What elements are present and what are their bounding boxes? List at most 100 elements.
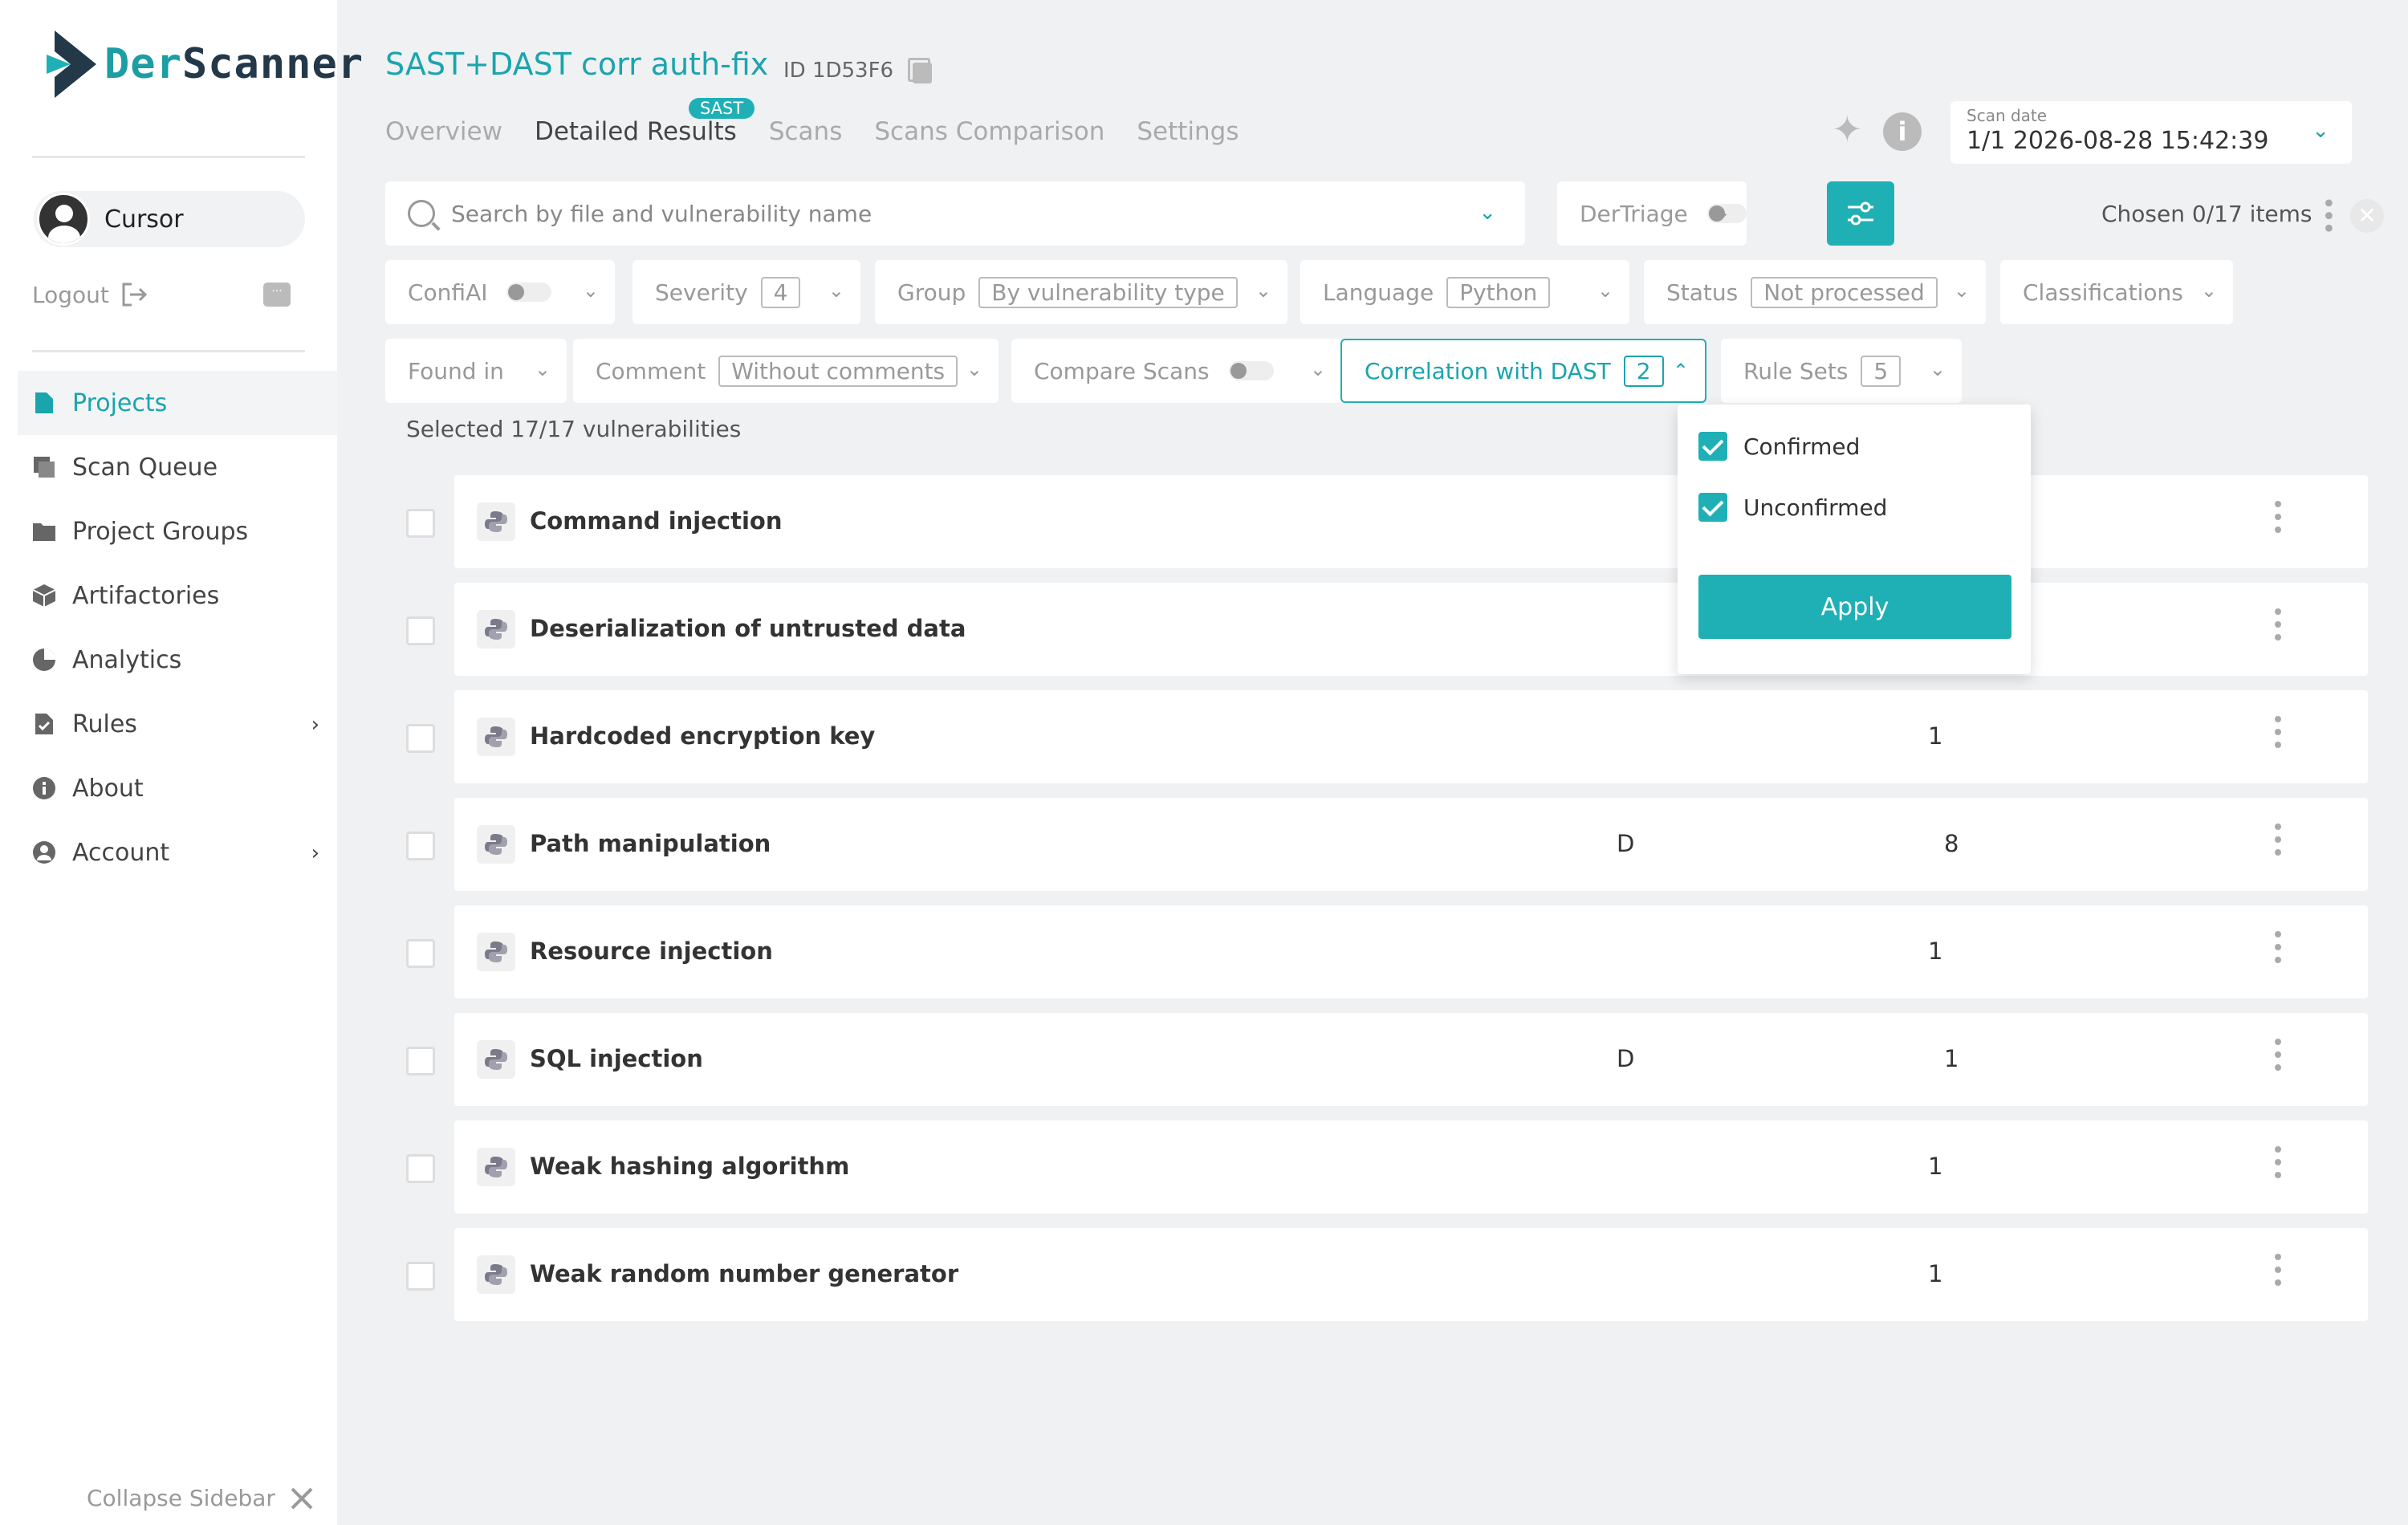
option-confirmed[interactable]: Confirmed <box>1698 432 1860 461</box>
more-icon[interactable] <box>2270 1140 2286 1194</box>
more-icon[interactable] <box>2270 1247 2286 1302</box>
copy-icon[interactable] <box>908 58 933 83</box>
filter-severity[interactable]: Severity 4 ⌄ <box>633 260 860 324</box>
filter-confiai[interactable]: ConfiAI ⌄ <box>385 260 615 324</box>
sidebar-item-project-groups[interactable]: Project Groups <box>18 499 337 563</box>
search-input[interactable] <box>451 200 1414 227</box>
table-row[interactable]: Weak hashing algorithm 1 <box>454 1120 2368 1214</box>
table-row[interactable]: Resource injection 1 <box>454 905 2368 998</box>
more-icon[interactable]: ••• <box>2313 196 2341 234</box>
dast-marker: D <box>1617 830 1635 857</box>
chevron-down-icon[interactable]: ⌄ <box>1479 201 1496 225</box>
checkbox-checked-icon[interactable] <box>1698 493 1727 522</box>
table-row[interactable]: Weak random number generator 1 <box>454 1228 2368 1321</box>
info-icon[interactable]: i <box>1883 112 1922 151</box>
row-checkbox[interactable] <box>406 1262 435 1291</box>
page-title: SAST+DAST corr auth-fix <box>385 47 769 82</box>
collapse-sidebar-button[interactable]: Collapse Sidebar <box>87 1485 314 1511</box>
filter-label: Correlation with DAST <box>1365 357 1611 384</box>
tab-scans[interactable]: Scans <box>769 117 843 146</box>
table-row[interactable]: Hardcoded encryption key 1 <box>454 690 2368 783</box>
row-checkbox[interactable] <box>406 1154 435 1183</box>
filter-language[interactable]: Language Python ⌄ <box>1300 260 1629 324</box>
box-icon <box>32 584 56 608</box>
sidebar-item-projects[interactable]: Projects <box>18 371 337 435</box>
chat-icon[interactable]: ··· <box>263 283 291 307</box>
filter-label: ConfiAI <box>408 279 488 306</box>
vulnerability-name: Weak random number generator <box>530 1260 959 1287</box>
filter-value: 2 <box>1623 355 1664 387</box>
checkbox-checked-icon[interactable] <box>1698 432 1727 461</box>
tab-scans-comparison[interactable]: Scans Comparison <box>874 117 1104 146</box>
dertriage-label: DerTriage <box>1580 200 1688 227</box>
sidebar-item-analytics[interactable]: Analytics <box>18 628 337 692</box>
chevron-down-icon: ⌄ <box>2312 119 2329 143</box>
project-id: ID 1D53F6 <box>783 58 933 83</box>
sparkle-icon[interactable]: ✦ <box>1832 108 1863 151</box>
filter-value: Not processed <box>1751 276 1938 308</box>
more-icon[interactable] <box>2270 602 2286 657</box>
filter-label: Found in <box>408 357 504 384</box>
table-row[interactable]: SQL injection D 1 <box>454 1013 2368 1106</box>
row-checkbox[interactable] <box>406 509 435 538</box>
more-icon[interactable] <box>2270 925 2286 979</box>
close-icon <box>291 1487 313 1509</box>
option-unconfirmed[interactable]: Unconfirmed <box>1698 493 1887 522</box>
row-checkbox[interactable] <box>406 832 435 860</box>
filter-label: Classifications <box>2023 279 2183 306</box>
collapse-label: Collapse Sidebar <box>87 1485 275 1511</box>
sidebar-item-scan-queue[interactable]: Scan Queue <box>18 435 337 499</box>
filter-group[interactable]: Group By vulnerability type ⌄ <box>875 260 1287 324</box>
queue-icon <box>32 455 56 479</box>
logo[interactable]: DerScanner <box>47 31 364 98</box>
row-checkbox[interactable] <box>406 724 435 753</box>
filter-classifications[interactable]: Classifications ⌄ <box>2000 260 2233 324</box>
filter-comment[interactable]: Comment Without comments ⌄ <box>573 339 999 403</box>
tab-detailed-results[interactable]: Detailed Results SAST <box>535 98 755 146</box>
filter-settings-button[interactable] <box>1827 181 1894 246</box>
table-row[interactable]: Command injection 2 <box>454 475 2368 568</box>
filter-rule-sets[interactable]: Rule Sets 5 ⌄ <box>1721 339 1962 403</box>
count: 1 <box>1928 1260 1943 1287</box>
logo-text: DerScanner <box>104 40 364 88</box>
table-row[interactable]: Deserialization of untrusted data 2 <box>454 583 2368 676</box>
row-checkbox[interactable] <box>406 616 435 645</box>
apply-button[interactable]: Apply <box>1698 575 2011 639</box>
filter-correlation-with-dast[interactable]: Correlation with DAST 2 ⌃ <box>1340 339 1706 403</box>
clear-selection-button[interactable]: ✕ <box>2350 199 2384 233</box>
vulnerability-name: Deserialization of untrusted data <box>530 615 966 642</box>
scan-date-label: Scan date <box>1967 106 2048 125</box>
sidebar-item-account[interactable]: Account › <box>18 820 337 885</box>
filter-value: 5 <box>1861 355 1902 387</box>
more-icon[interactable] <box>2270 1032 2286 1087</box>
more-icon[interactable] <box>2270 817 2286 872</box>
filter-compare-scans[interactable]: Compare Scans ⌄ <box>1011 339 1342 403</box>
row-checkbox[interactable] <box>406 939 435 968</box>
more-icon[interactable] <box>2270 494 2286 549</box>
row-checkbox[interactable] <box>406 1047 435 1076</box>
sidebar-item-artifactories[interactable]: Artifactories <box>18 563 337 628</box>
toggle-switch[interactable] <box>1228 361 1274 380</box>
filter-value: Python <box>1446 276 1551 308</box>
filter-value: Without comments <box>718 355 958 387</box>
pie-chart-icon <box>32 648 56 672</box>
filter-label: Status <box>1666 279 1739 306</box>
filter-label: Rule Sets <box>1743 357 1849 384</box>
python-icon <box>477 502 515 541</box>
sidebar-item-rules[interactable]: Rules › <box>18 692 337 756</box>
tab-overview[interactable]: Overview <box>385 117 502 146</box>
tab-settings[interactable]: Settings <box>1137 117 1239 146</box>
filter-status[interactable]: Status Not processed ⌄ <box>1644 260 1986 324</box>
checklist-icon <box>32 712 56 736</box>
toggle-switch[interactable] <box>506 283 552 302</box>
sidebar-item-about[interactable]: About <box>18 756 337 820</box>
table-row[interactable]: Path manipulation D 8 <box>454 798 2368 891</box>
sidebar: DerScanner Cursor Logout ··· Projects Sc… <box>0 0 363 1525</box>
filter-found-in[interactable]: Found in ⌄ <box>385 339 567 403</box>
dertriage-toggle[interactable]: DerTriage ⌄ <box>1557 181 1747 246</box>
logout-button[interactable]: Logout <box>32 281 148 308</box>
correlation-dropdown: Confirmed Unconfirmed Apply <box>1678 405 2031 674</box>
more-icon[interactable] <box>2270 710 2286 764</box>
user-badge[interactable]: Cursor <box>34 191 305 247</box>
scan-date-select[interactable]: Scan date 1/1 2026-08-28 15:42:39 ⌄ <box>1950 101 2352 164</box>
